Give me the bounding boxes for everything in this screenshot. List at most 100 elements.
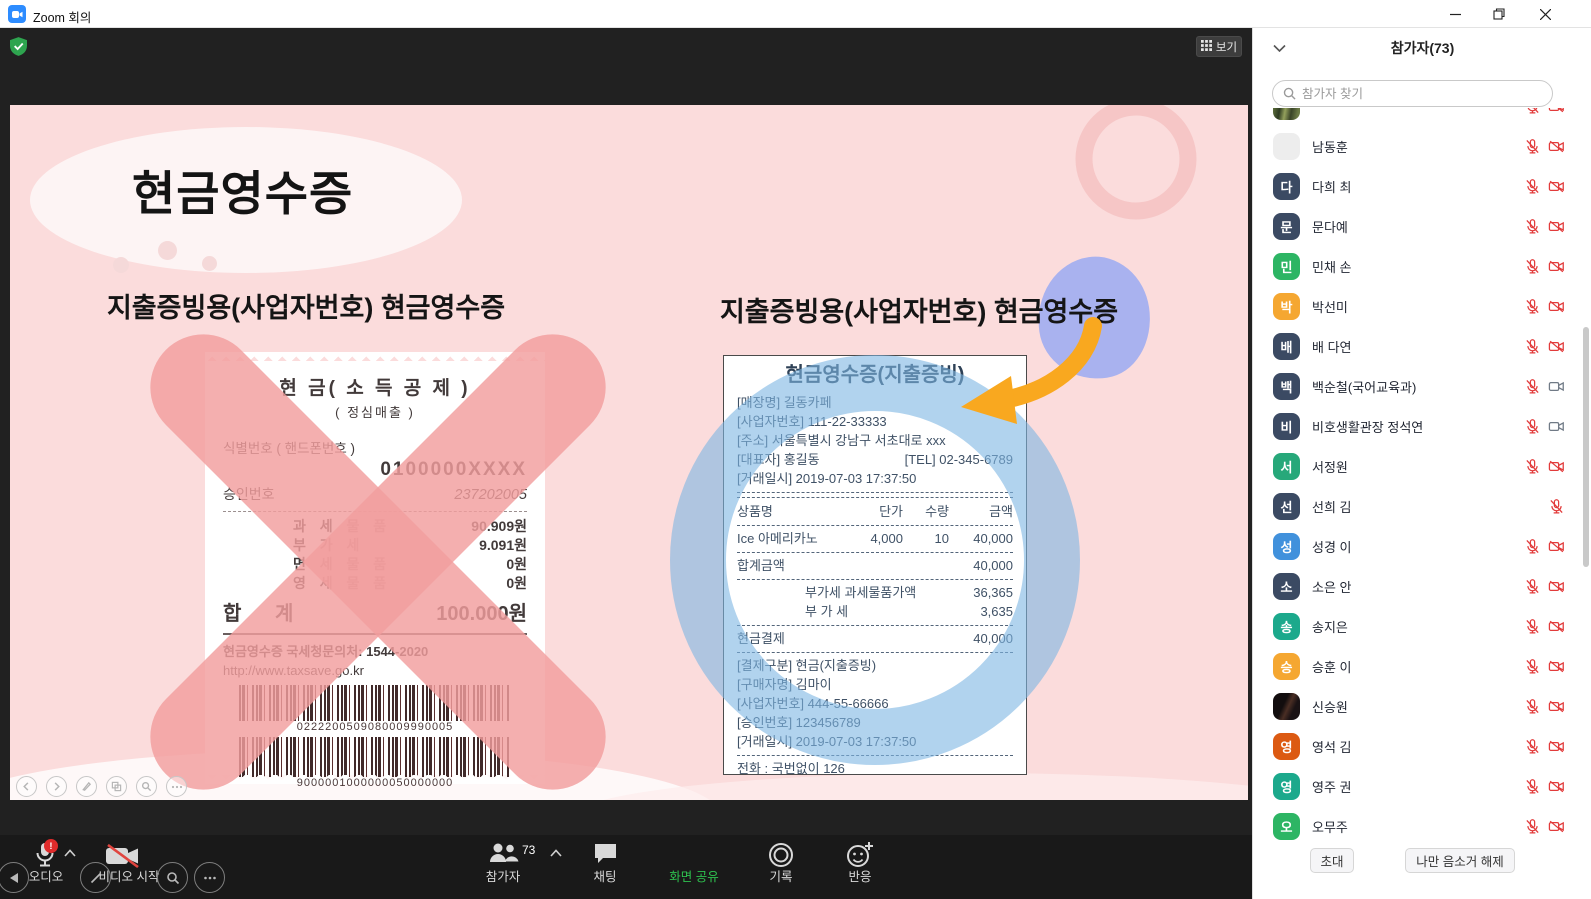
participant-row[interactable]: 오오무주 [1253,806,1585,845]
mic-muted-icon[interactable] [1524,138,1541,155]
video-off-icon[interactable] [1548,108,1565,115]
security-shield-icon[interactable] [10,37,27,61]
participant-row[interactable]: 영영주 권 [1253,766,1585,806]
participant-search[interactable] [1272,80,1553,107]
participant-row[interactable]: 소소은 안 [1253,566,1585,606]
reactions-icon[interactable] [846,841,874,868]
video-off-icon[interactable] [1548,178,1565,195]
annotation-draw-button[interactable] [80,862,111,893]
unmute-all-button[interactable]: 나만 음소거 해제 [1405,848,1515,873]
mic-muted-icon[interactable] [1524,218,1541,235]
receipt-separator [737,652,1013,653]
video-off-icon[interactable] [1548,658,1565,675]
mic-muted-icon[interactable] [1524,778,1541,795]
prev-slide-button[interactable] [16,776,37,797]
video-off-icon[interactable] [1548,618,1565,635]
slides-overview-button[interactable] [106,776,127,797]
next-slide-button[interactable] [46,776,67,797]
participant-row[interactable]: 송송지은 [1253,606,1585,646]
chat-icon[interactable] [593,842,618,865]
mic-muted-icon[interactable] [1524,378,1541,395]
annotation-more-button[interactable] [194,862,225,893]
participants-chevron[interactable] [550,849,562,857]
mic-muted-icon[interactable] [1524,418,1541,435]
reactions-button-label[interactable]: 반응 [833,866,887,885]
record-icon[interactable] [768,842,794,868]
share-screen-label[interactable]: 화면 공유 [655,866,733,885]
participant-name: 선희 김 [1312,497,1352,516]
participant-name: 소은 안 [1312,577,1352,596]
mic-muted-icon[interactable] [1524,538,1541,555]
annotation-back-button[interactable] [0,862,29,893]
participant-row[interactable]: 서서정원 [1253,446,1585,486]
mic-muted-icon[interactable] [1524,618,1541,635]
participant-row[interactable]: 박박선미 [1253,286,1585,326]
participant-row[interactable] [1253,108,1585,126]
grid-view-icon [1201,40,1212,54]
view-button[interactable]: 보기 [1196,36,1242,57]
mic-muted-icon[interactable] [1524,258,1541,275]
mic-muted-icon[interactable] [1524,178,1541,195]
close-button[interactable] [1528,0,1562,28]
restore-button[interactable] [1482,0,1516,28]
video-on-icon[interactable] [1548,378,1565,395]
audio-options-chevron[interactable] [64,849,76,857]
participant-row[interactable]: 다다희 최 [1253,166,1585,206]
video-off-icon[interactable] [1548,738,1565,755]
participant-row[interactable]: 선선희 김 [1253,486,1585,526]
mic-muted-icon[interactable] [1524,738,1541,755]
col-price: 단가 [841,502,903,521]
invite-button[interactable]: 초대 [1310,848,1354,873]
zoom-tool-button[interactable] [136,776,157,797]
participant-row[interactable]: 영영석 김 [1253,726,1585,766]
mic-muted-icon[interactable] [1524,108,1541,115]
participant-row[interactable]: 승승훈 이 [1253,646,1585,686]
pen-tool-button[interactable] [76,776,97,797]
minimize-button[interactable] [1438,0,1472,28]
participant-name: 배 다연 [1312,337,1352,356]
video-off-icon[interactable] [1548,538,1565,555]
participant-row[interactable]: 백백순철(국어교육과) [1253,366,1585,406]
mic-muted-icon[interactable] [1524,298,1541,315]
video-off-icon[interactable] [1548,218,1565,235]
participants-icon[interactable] [488,842,520,864]
video-off-icon[interactable] [1548,258,1565,275]
left-column-label: 지출증빙용(사업자번호) 현금영수증 [65,286,547,325]
mic-muted-icon[interactable] [1548,498,1565,515]
participant-row[interactable]: 문문다예 [1253,206,1585,246]
mic-muted-icon[interactable] [1524,578,1541,595]
mic-muted-icon[interactable] [1524,658,1541,675]
mic-muted-icon[interactable] [1524,698,1541,715]
participant-row[interactable]: 민민채 손 [1253,246,1585,286]
annotation-zoom-button[interactable] [157,862,188,893]
camera-off-icon[interactable] [105,844,141,868]
participant-row[interactable]: 비비호생활관장 정석연 [1253,406,1585,446]
participant-row[interactable]: 배 배 다연 [1253,326,1585,366]
mic-muted-icon[interactable] [1524,458,1541,475]
more-options-button[interactable] [166,776,187,797]
video-off-icon[interactable] [1548,778,1565,795]
participant-avatar [1273,133,1300,160]
participants-scrollbar[interactable] [1583,327,1589,567]
participant-search-input[interactable] [1302,87,1522,101]
video-off-icon[interactable] [1548,338,1565,355]
receipt-zigzag-edge [205,352,545,361]
mic-muted-icon[interactable] [1524,338,1541,355]
video-off-icon[interactable] [1548,298,1565,315]
participant-row[interactable]: 남동훈 [1253,126,1585,166]
record-button-label[interactable]: 기록 [753,866,809,885]
chat-button-label[interactable]: 채팅 [575,866,635,885]
video-off-icon[interactable] [1548,698,1565,715]
video-off-icon[interactable] [1548,138,1565,155]
participant-row[interactable]: 신승원 [1253,686,1585,726]
participant-row[interactable]: 성성경 이 [1253,526,1585,566]
participant-avatar: 배 [1273,333,1300,360]
video-off-icon[interactable] [1548,458,1565,475]
participant-avatar: 비 [1273,413,1300,440]
participants-button-label[interactable]: 참가자 [468,866,538,885]
video-off-icon[interactable] [1548,578,1565,595]
video-on-icon[interactable] [1548,418,1565,435]
video-off-icon[interactable] [1548,818,1565,835]
mic-muted-icon[interactable] [1524,818,1541,835]
receipt-separator [737,492,1013,498]
